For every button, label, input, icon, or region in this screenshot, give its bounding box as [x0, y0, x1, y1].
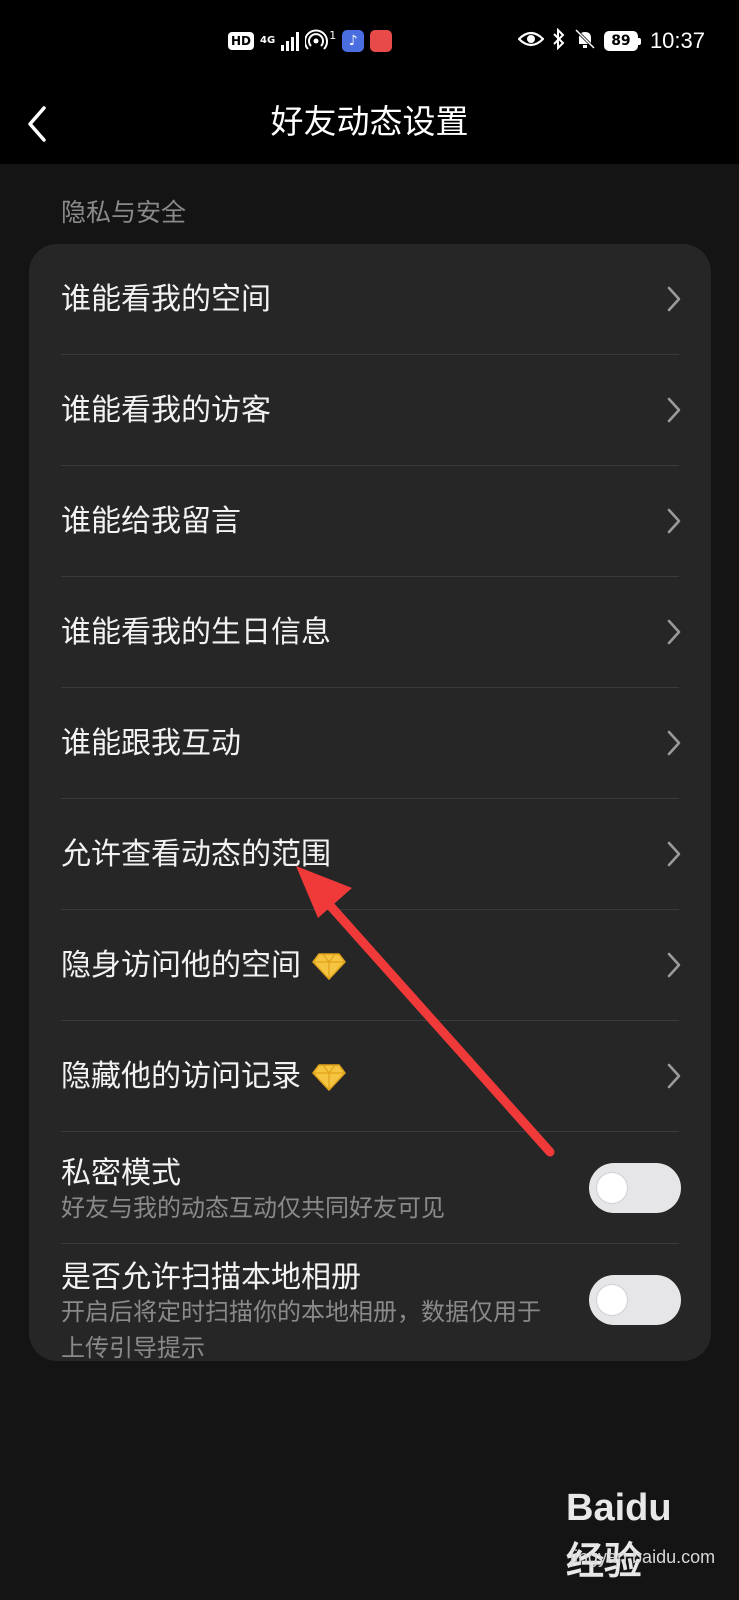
section-label: 隐私与安全	[61, 198, 187, 227]
menu-item-who-can-interact[interactable]: 谁能跟我互动	[29, 688, 711, 799]
baidu-jingyan-watermark: Baidu经验 jingyan.baidu.com	[566, 1475, 715, 1583]
chevron-right-icon	[667, 1063, 681, 1089]
menu-item-label: 隐身访问他的空间	[61, 948, 301, 983]
status-right-icons: 89 10:37	[517, 26, 705, 56]
menu-item-label: 允许查看动态的范围	[61, 837, 331, 872]
clock: 10:37	[649, 28, 705, 53]
setting-title: 是否允许扫描本地相册	[61, 1260, 361, 1295]
chevron-right-icon	[667, 841, 681, 867]
menu-item-label: 谁能看我的空间	[61, 282, 271, 317]
huawei-app-icon	[370, 30, 393, 52]
menu-item-label: 隐藏他的访问记录	[61, 1059, 301, 1094]
setting-subtitle: 好友与我的动态互动仅共同好友可见	[61, 1194, 445, 1222]
mute-icon	[574, 28, 596, 55]
diamond-vip-icon	[312, 952, 346, 980]
hotspot-count: 1	[329, 28, 337, 42]
setting-scan-local-album: 是否允许扫描本地相册 开启后将定时扫描你的本地相册，数据仅用于上传引导提示	[29, 1244, 711, 1361]
menu-item-hide-visit-record[interactable]: 隐藏他的访问记录	[29, 1021, 711, 1132]
chevron-right-icon	[667, 286, 681, 312]
hd-icon: HD	[228, 32, 255, 50]
menu-item-label: 谁能看我的访客	[61, 393, 271, 428]
menu-item-invisible-visit[interactable]: 隐身访问他的空间	[29, 910, 711, 1021]
eye-icon	[517, 29, 545, 54]
menu-item-who-can-see-birthday[interactable]: 谁能看我的生日信息	[29, 577, 711, 688]
network-type: 4G	[260, 35, 276, 46]
chevron-right-icon	[667, 952, 681, 978]
watermark-site: jingyan.baidu.com	[570, 1547, 716, 1567]
menu-item-label-wrap: 隐身访问他的空间	[61, 910, 347, 1021]
private-mode-toggle[interactable]	[589, 1163, 681, 1213]
setting-title: 私密模式	[61, 1156, 181, 1191]
page-title: 好友动态设置	[270, 102, 469, 141]
chevron-right-icon	[667, 397, 681, 423]
menu-item-label-wrap: 隐藏他的访问记录	[61, 1021, 347, 1132]
menu-item-label: 谁能跟我互动	[61, 726, 241, 761]
chevron-right-icon	[667, 619, 681, 645]
setting-private-mode: 私密模式 好友与我的动态互动仅共同好友可见	[29, 1132, 711, 1244]
chevron-right-icon	[667, 730, 681, 756]
watermark-logo: Baidu经验	[566, 1487, 672, 1583]
status-left-icons: HD 4G 1 ♪	[228, 28, 393, 54]
top-app-bar: 好友动态设置	[0, 84, 739, 164]
signal-icon	[281, 31, 300, 51]
scan-album-toggle[interactable]	[589, 1275, 681, 1325]
menu-item-who-can-see-space[interactable]: 谁能看我的空间	[29, 244, 711, 355]
diamond-vip-icon	[312, 1063, 346, 1091]
menu-item-who-can-see-visitors[interactable]: 谁能看我的访客	[29, 355, 711, 466]
chevron-right-icon	[667, 508, 681, 534]
toggle-knob	[596, 1172, 628, 1204]
hotspot-icon	[304, 29, 331, 54]
menu-item-label: 谁能给我留言	[61, 504, 241, 539]
menu-item-who-can-leave-message[interactable]: 谁能给我留言	[29, 466, 711, 577]
status-bar: HD 4G 1 ♪ 89 10:37	[0, 0, 739, 84]
privacy-settings-card: 谁能看我的空间 谁能看我的访客 谁能给我留言 谁能看我的生日信息 谁能跟我互动 …	[29, 244, 711, 1361]
setting-subtitle: 开启后将定时扫描你的本地相册，数据仅用于上传引导提示	[61, 1298, 541, 1361]
menu-item-feed-visibility-range[interactable]: 允许查看动态的范围	[29, 799, 711, 910]
toggle-knob	[596, 1284, 628, 1316]
menu-item-label: 谁能看我的生日信息	[61, 615, 331, 650]
battery-icon: 89	[603, 31, 641, 51]
bluetooth-icon	[552, 27, 566, 55]
music-app-icon: ♪	[342, 30, 365, 52]
